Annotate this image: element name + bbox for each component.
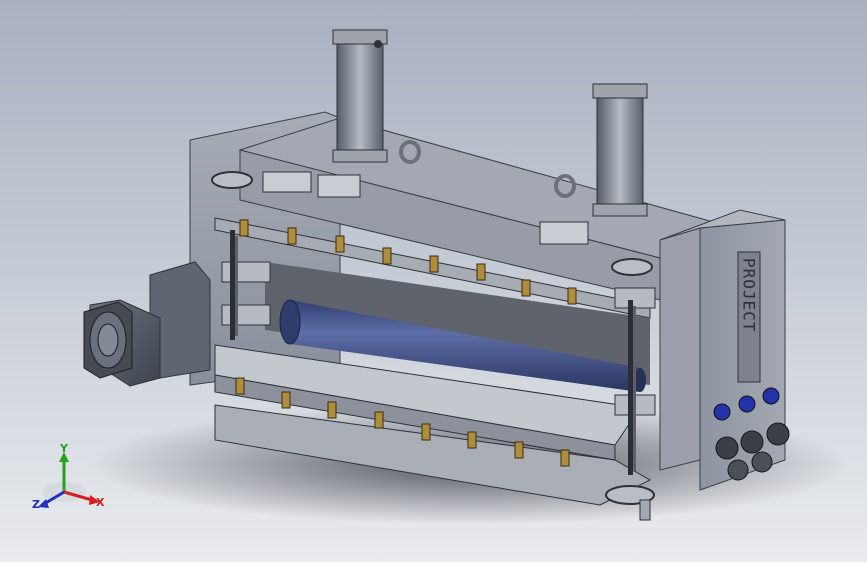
handwheel-top-left[interactable] xyxy=(211,171,253,189)
port-1[interactable] xyxy=(713,403,731,421)
terminal-block-1[interactable] xyxy=(262,171,312,193)
port-2[interactable] xyxy=(738,395,756,413)
handwheel-shaft xyxy=(639,499,651,521)
z-axis-label: Z xyxy=(32,498,40,511)
graphics-viewport[interactable]: PROJECT Y X Z xyxy=(0,0,867,562)
side-plate-lettering: PROJECT xyxy=(740,258,759,332)
terminal-block-2[interactable] xyxy=(317,174,361,198)
pneumatic-cylinder-left[interactable] xyxy=(332,29,388,163)
port-3[interactable] xyxy=(762,387,780,405)
gear-motor[interactable] xyxy=(83,261,211,387)
coordinate-triad: Y X Z xyxy=(32,442,105,511)
3d-model-view[interactable]: PROJECT xyxy=(0,0,867,562)
frame-right-front[interactable] xyxy=(659,227,701,471)
terminal-block-3[interactable] xyxy=(539,221,589,245)
x-axis-label: X xyxy=(96,496,105,509)
pneumatic-cylinder-right[interactable] xyxy=(592,83,648,217)
y-axis-label: Y xyxy=(59,442,69,455)
handwheel-top-right[interactable] xyxy=(611,258,653,276)
